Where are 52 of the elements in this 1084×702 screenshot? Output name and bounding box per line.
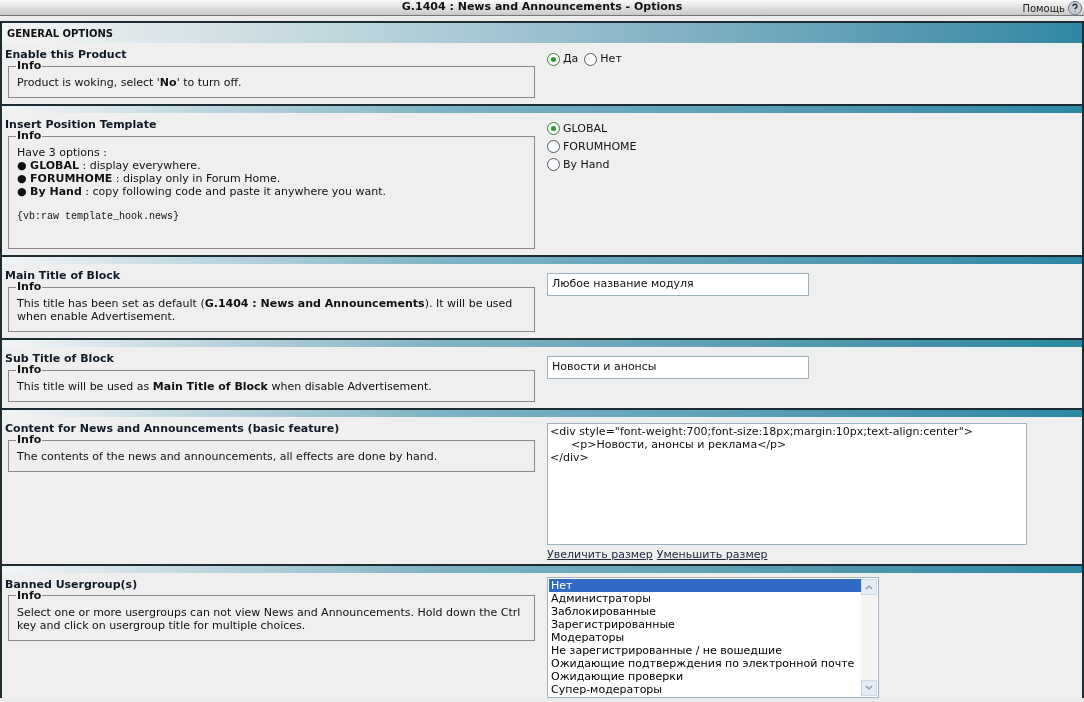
radio-button[interactable] [547, 52, 560, 66]
info-text: This title will be used as Main Title of Block when disable Advertisement. [17, 380, 433, 393]
info-text: ● FORUMHOME : display only in Forum Home. [17, 172, 282, 185]
resize-link[interactable]: Увеличить размер [547, 547, 653, 564]
text-field[interactable]: Новости и анонсы [547, 356, 809, 379]
listbox-option[interactable]: Нет [549, 578, 861, 592]
info-text: ● GLOBAL : display everywhere. [17, 159, 202, 172]
info-text: Select one or more usergroups can not view News and Announcements. Hold down the Ctrl key and click on usergroup title for multiple choices. [17, 605, 522, 632]
info-legend: Info [16, 364, 43, 376]
info-text: ● By Hand : copy following code and paste it anywhere you want. [17, 185, 388, 198]
info-text: This title has been set as default (G.1404 : News and Announcements). It will be used when enable Advertisement. [17, 297, 514, 323]
radio-label: FORUMHOME [563, 140, 637, 153]
resize-link[interactable]: Уменьшить размер [656, 547, 768, 564]
radio-label: Да [563, 51, 579, 67]
info-legend: Info [16, 60, 43, 72]
radio-label: Нет [600, 51, 622, 67]
usergroup-listbox[interactable]: Нет Администраторы Заблокированные Зарегистрированные Модераторы Не зарегистрированные / не вошедшие Ожидающие подтверждения по электронной почте Ожидающие проверки Супер-модераторы [547, 576, 879, 698]
radio-button[interactable] [547, 122, 560, 135]
listbox-option[interactable]: Не зарегистрированные / не вошедшие [549, 643, 861, 657]
listbox-option[interactable]: Супер-модераторы [549, 682, 861, 696]
listbox-option[interactable]: Модераторы [549, 630, 861, 644]
setting-title: Banned Usergroup(s) [5, 577, 139, 591]
window-title: G.1404 : News and Announcements - Options [401, 0, 683, 16]
info-legend: Info [16, 589, 43, 602]
section-header: GENERAL OPTIONS [2, 21, 1082, 43]
listbox-option[interactable]: Ожидающие подтверждения по электронной почте [549, 656, 861, 670]
setting-title: Sub Title of Block [5, 352, 115, 365]
radio-button[interactable] [547, 140, 560, 153]
text-field[interactable]: Любое название модуля [547, 273, 809, 296]
radio-label: GLOBAL [563, 122, 608, 135]
info-legend: Info [16, 434, 43, 446]
info-text: Have 3 options : [17, 146, 108, 159]
setting-title: Enable this Product [5, 48, 128, 61]
help-icon[interactable] [1068, 1, 1082, 15]
radio-button[interactable] [547, 158, 560, 171]
info-text: The contents of the news and announcements, all effects are done by hand. [17, 450, 439, 463]
info-legend: Info [16, 130, 43, 142]
help-link[interactable]: Помощь [1022, 0, 1065, 16]
listbox-option[interactable]: Администраторы [549, 591, 861, 605]
setting-title: Main Title of Block [5, 269, 122, 282]
radio-label: By Hand [563, 158, 610, 171]
radio-button[interactable] [584, 52, 598, 66]
listbox-option[interactable]: Зарегистрированные [549, 617, 861, 631]
scrollbar-drawing[interactable] [861, 578, 877, 696]
setting-title: Insert Position Template [5, 118, 158, 131]
info-legend: Info [16, 281, 43, 293]
template-code: {vb:raw template_hook.news} [17, 210, 181, 224]
code-textarea[interactable]: <div style="font-weight:700;font-size:18px;margin:10px;text-align:center"> <p>Новости, анонсы и реклама</p> </div> [547, 423, 1027, 545]
listbox-option[interactable]: Ожидающие проверки [549, 669, 861, 683]
listbox-option[interactable]: Заблокированные [549, 604, 861, 618]
setting-title: Content for News and Announcements (basic feature) [5, 422, 341, 435]
info-text: Product is woking, select 'No' to turn off. [17, 76, 243, 89]
